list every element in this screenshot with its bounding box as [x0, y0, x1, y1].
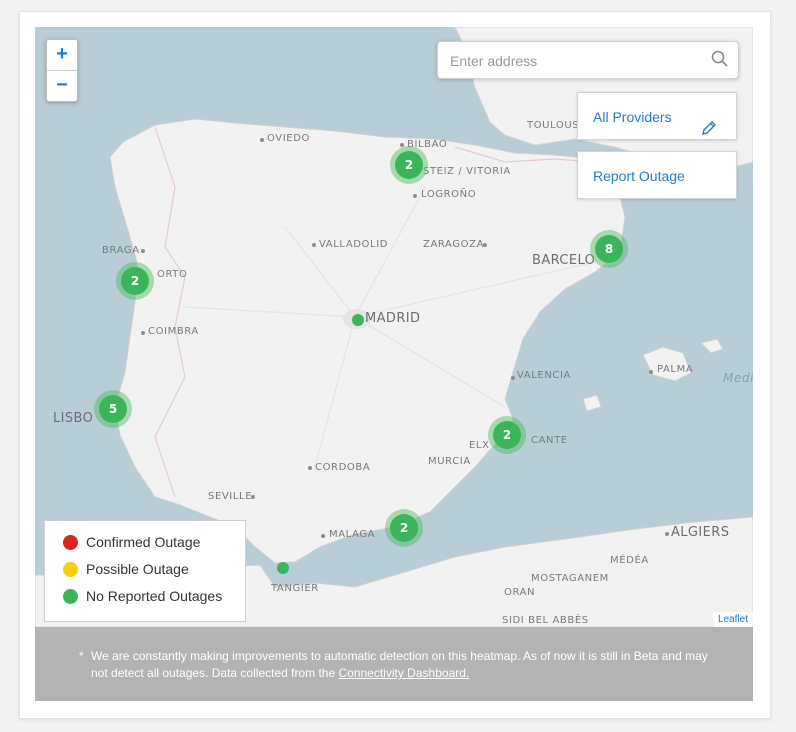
- city-porto: ORTO: [157, 269, 188, 280]
- connectivity-dashboard-link[interactable]: Connectivity Dashboard.: [338, 666, 469, 680]
- city-medea: MÉDÉA: [610, 555, 649, 566]
- city-logrono: LOGROÑO: [421, 189, 477, 200]
- red-dot-icon: [63, 534, 78, 550]
- cluster-count: 8: [595, 235, 623, 263]
- city-madrid: MADRID: [365, 311, 421, 326]
- pencil-icon: [700, 108, 718, 156]
- city-alicante: CANTE: [531, 435, 568, 446]
- outage-cluster[interactable]: 2: [488, 416, 526, 454]
- asterisk: *: [79, 649, 84, 663]
- city-lisbon: LISBO: [53, 411, 94, 426]
- city-malaga: MALAGA: [329, 529, 376, 540]
- city-vitoria: STEIZ / VITORIA: [423, 166, 511, 177]
- address-search-input[interactable]: [448, 50, 702, 72]
- city-dot: [312, 243, 316, 247]
- legend-item-none: No Reported Outages: [63, 588, 222, 608]
- city-mostaganem: MOSTAGANEM: [531, 573, 609, 584]
- city-palma: PALMA: [657, 364, 694, 375]
- city-algiers: ALGIERS: [671, 525, 730, 540]
- report-outage-button[interactable]: Report Outage: [577, 151, 737, 199]
- outage-cluster[interactable]: 2: [385, 509, 423, 547]
- legend-label: Possible Outage: [86, 561, 189, 577]
- outage-cluster[interactable]: 8: [590, 230, 628, 268]
- city-dot: [251, 495, 255, 499]
- cluster-count: 2: [395, 151, 423, 179]
- city-dot: [649, 370, 653, 374]
- outage-marker[interactable]: [352, 314, 364, 326]
- report-outage-label: Report Outage: [593, 168, 685, 184]
- all-providers-button[interactable]: All Providers: [577, 92, 737, 140]
- city-dot: [483, 243, 487, 247]
- map-legend: Confirmed Outage Possible Outage No Repo…: [44, 520, 246, 622]
- leaflet-attribution[interactable]: Leaflet: [712, 612, 753, 627]
- outage-cluster[interactable]: 2: [390, 146, 428, 184]
- outage-marker[interactable]: [277, 562, 289, 574]
- cluster-count: 2: [493, 421, 521, 449]
- cluster-count: 2: [390, 514, 418, 542]
- city-dot: [413, 194, 417, 198]
- city-braga: BRAGA: [102, 245, 140, 256]
- legend-label: Confirmed Outage: [86, 534, 201, 550]
- zoom-control: + −: [46, 39, 78, 102]
- city-coimbra: COIMBRA: [148, 326, 199, 337]
- city-oviedo: OVIEDO: [267, 133, 310, 144]
- city-dot: [321, 534, 325, 538]
- city-valencia: VALENCIA: [517, 370, 571, 381]
- city-seville: SEVILLE: [208, 491, 253, 502]
- city-barcelona: BARCELO: [532, 253, 596, 268]
- city-valladolid: VALLADOLID: [319, 239, 389, 250]
- outage-cluster[interactable]: 2: [116, 262, 154, 300]
- legend-item-possible: Possible Outage: [63, 561, 189, 581]
- city-elx: ELX: [469, 440, 490, 451]
- green-dot-icon: [63, 588, 78, 604]
- city-toulouse: TOULOUS: [527, 120, 580, 131]
- cluster-count: 5: [99, 395, 127, 423]
- cluster-count: 2: [121, 267, 149, 295]
- zoom-in-button[interactable]: +: [47, 40, 77, 70]
- outage-cluster[interactable]: 5: [94, 390, 132, 428]
- city-zaragoza: ZARAGOZA: [423, 239, 485, 250]
- yellow-dot-icon: [63, 561, 78, 577]
- search-icon[interactable]: [711, 50, 729, 73]
- beta-notice-text: * We are constantly making improvements …: [79, 648, 711, 682]
- legend-label: No Reported Outages: [86, 588, 223, 604]
- city-dot: [665, 532, 669, 536]
- city-cordoba: CORDOBA: [315, 462, 371, 473]
- city-oran: ORAN: [504, 587, 536, 598]
- city-dot: [141, 331, 145, 335]
- city-tangier: TANGIER: [271, 583, 319, 594]
- address-search: [437, 41, 739, 79]
- city-dot: [511, 376, 515, 380]
- city-medi: Medi: [723, 371, 753, 385]
- legend-item-confirmed: Confirmed Outage: [63, 534, 200, 554]
- zoom-out-button[interactable]: −: [47, 70, 77, 101]
- all-providers-label: All Providers: [593, 109, 672, 125]
- city-dot: [260, 138, 264, 142]
- city-murcia: MURCIA: [428, 456, 471, 467]
- beta-notice: * We are constantly making improvements …: [35, 627, 753, 701]
- city-dot: [308, 466, 312, 470]
- city-dot: [141, 249, 145, 253]
- city-sidi: SIDI BEL ABBÈS: [502, 615, 589, 626]
